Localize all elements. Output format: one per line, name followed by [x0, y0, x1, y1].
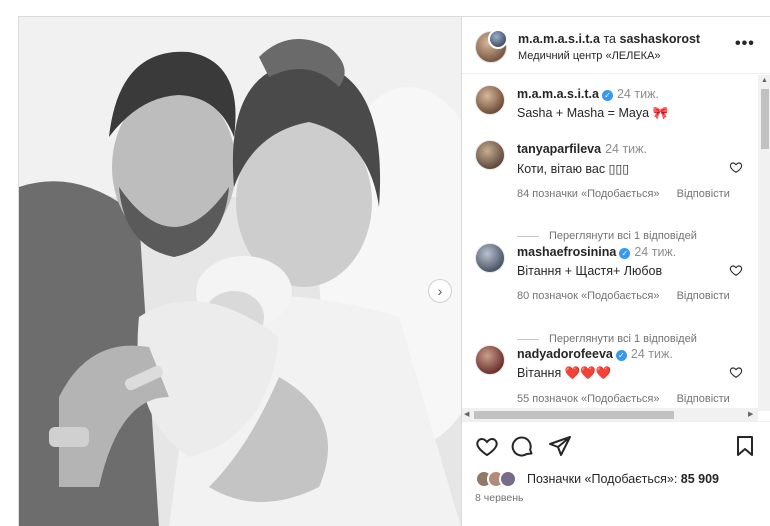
verified-badge-icon: ✓: [619, 248, 631, 259]
family-photo-image: [19, 17, 461, 526]
author-username[interactable]: m.a.m.a.s.i.t.a: [518, 32, 600, 46]
coauthor-username[interactable]: sashaskorost: [620, 32, 701, 46]
avatar[interactable]: [499, 470, 517, 488]
comment-likes-count[interactable]: 80 позначок «Подобається»: [517, 290, 660, 302]
heart-icon[interactable]: [729, 263, 743, 277]
comment-username[interactable]: mashaefrosinina: [517, 245, 616, 259]
authors-line: m.a.m.a.s.i.t.a та sashaskorost: [518, 32, 700, 46]
comment-text: Вітання ❤️❤️❤️: [517, 366, 612, 380]
heart-icon[interactable]: [475, 434, 499, 458]
scroll-up-icon[interactable]: ▲: [761, 77, 768, 84]
instagram-post: › m.a.m.a.s.i.t.a та sashaskorost Медичн…: [18, 16, 770, 526]
heart-icon[interactable]: [729, 365, 743, 379]
post-actions: Позначки «Подобається»: 85 909 8 червень: [462, 421, 770, 526]
chevron-right-icon: ›: [437, 283, 443, 299]
vertical-scrollbar[interactable]: ▲: [758, 75, 770, 411]
post-header: m.a.m.a.s.i.t.a та sashaskorost Медичний…: [462, 17, 770, 74]
location-link[interactable]: Медичний центр «ЛЕЛЕКА»: [518, 50, 661, 62]
likes-label: Позначки «Подобається»:: [527, 472, 678, 486]
next-photo-button[interactable]: ›: [428, 279, 452, 303]
comment-likes-count[interactable]: 84 позначки «Подобається»: [517, 188, 660, 200]
comments-list[interactable]: m.a.m.a.s.i.t.a ✓ 24 тиж. Sasha + Masha = …: [462, 75, 758, 410]
avatar[interactable]: [475, 85, 505, 115]
bookmark-icon[interactable]: [733, 434, 757, 458]
authors-conjunction: та: [603, 32, 617, 46]
comment-time[interactable]: 24 тиж.: [631, 347, 673, 361]
avatar[interactable]: [475, 140, 505, 170]
comment-time[interactable]: 24 тиж.: [617, 87, 659, 101]
view-replies-button[interactable]: Переглянути всі 1 відповідей: [517, 333, 697, 345]
post-date[interactable]: 8 червень: [475, 492, 523, 504]
coauthor-avatar[interactable]: [488, 29, 508, 49]
scrollbar-thumb[interactable]: [761, 89, 769, 149]
comment-text: Вітання + Щастя+ Любов: [517, 264, 663, 278]
comment-icon[interactable]: [511, 434, 535, 458]
verified-badge-icon: ✓: [615, 350, 627, 361]
heart-icon[interactable]: [729, 160, 743, 174]
reply-button[interactable]: Відповісти: [677, 290, 730, 302]
horizontal-scrollbar[interactable]: ◀ ▶: [462, 408, 758, 421]
comment-username[interactable]: tanyaparfileva: [517, 142, 601, 156]
send-icon[interactable]: [548, 434, 572, 458]
avatar[interactable]: [475, 345, 505, 375]
likes-count[interactable]: Позначки «Подобається»: 85 909: [527, 472, 719, 486]
comment-likes-count[interactable]: 55 позначок «Подобається»: [517, 393, 660, 405]
post-photo[interactable]: ›: [19, 17, 461, 526]
reply-button[interactable]: Відповісти: [677, 188, 730, 200]
more-options-icon[interactable]: •••: [735, 35, 755, 53]
scroll-left-icon[interactable]: ◀: [464, 410, 469, 418]
comment-text: Коти, вітаю вас ▯▯▯: [517, 162, 630, 176]
caption-text: Sasha + Masha = Maya 🎀: [517, 106, 669, 120]
post-sidebar: m.a.m.a.s.i.t.a та sashaskorost Медичний…: [461, 17, 770, 526]
verified-badge-icon: ✓: [601, 90, 613, 101]
scrollbar-thumb[interactable]: [474, 411, 674, 419]
comment-username[interactable]: m.a.m.a.s.i.t.a: [517, 87, 599, 101]
comment-time[interactable]: 24 тиж.: [605, 142, 647, 156]
comment-time[interactable]: 24 тиж.: [634, 245, 676, 259]
view-replies-button[interactable]: Переглянути всі 1 відповідей: [517, 230, 697, 242]
avatar[interactable]: [475, 243, 505, 273]
scroll-right-icon[interactable]: ▶: [748, 410, 753, 418]
likes-number: 85 909: [680, 472, 720, 486]
comment-username[interactable]: nadyadorofeeva: [517, 347, 613, 361]
reply-button[interactable]: Відповісти: [677, 393, 730, 405]
